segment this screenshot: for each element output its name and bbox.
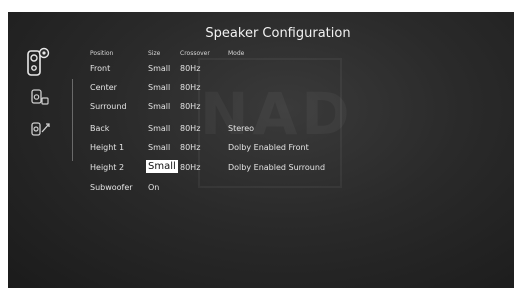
mode-cell[interactable]: Dolby Enabled Surround: [228, 163, 325, 172]
size-cell[interactable]: Small: [148, 83, 170, 92]
position-cell: Height 1: [90, 143, 125, 152]
size-cell[interactable]: Small: [148, 143, 170, 152]
crossover-cell[interactable]: 80Hz: [180, 102, 200, 111]
mode-cell[interactable]: Dolby Enabled Front: [228, 143, 309, 152]
table-row[interactable]: Subwoofer On: [8, 183, 514, 197]
table-row[interactable]: Height 1 Small 80Hz Dolby Enabled Front: [8, 143, 514, 157]
size-cell[interactable]: On: [148, 183, 159, 192]
table-row[interactable]: Surround Small 80Hz: [8, 102, 514, 116]
table-row[interactable]: Back Small 80Hz Stereo: [8, 124, 514, 138]
table-row[interactable]: Front Small 80Hz: [8, 64, 514, 78]
position-cell: Surround: [90, 102, 127, 111]
crossover-cell[interactable]: 80Hz: [180, 163, 200, 172]
position-cell: Subwoofer: [90, 183, 133, 192]
crossover-cell[interactable]: 80Hz: [180, 64, 200, 73]
speaker-configuration-screen: NAD Speaker Configuration Position Size: [8, 12, 514, 288]
column-header-crossover: Crossover: [180, 50, 210, 57]
column-header-size: Size: [148, 50, 161, 57]
size-cell[interactable]: Small: [148, 102, 170, 111]
size-cell-selected[interactable]: Small: [146, 160, 178, 173]
crossover-cell[interactable]: 80Hz: [180, 124, 200, 133]
size-cell[interactable]: Small: [148, 64, 170, 73]
table-row[interactable]: Height 2 Small 80Hz Dolby Enabled Surrou…: [8, 160, 514, 177]
position-cell: Front: [90, 64, 111, 73]
position-cell: Height 2: [90, 163, 125, 172]
position-cell: Back: [90, 124, 110, 133]
page-title: Speaker Configuration: [205, 26, 351, 41]
crossover-cell[interactable]: 80Hz: [180, 143, 200, 152]
position-cell: Center: [90, 83, 117, 92]
table-row[interactable]: Center Small 80Hz: [8, 83, 514, 97]
size-cell[interactable]: Small: [148, 124, 170, 133]
crossover-cell[interactable]: 80Hz: [180, 83, 200, 92]
mode-cell[interactable]: Stereo: [228, 124, 254, 133]
column-header-mode: Mode: [228, 50, 245, 57]
column-header-position: Position: [90, 50, 114, 57]
